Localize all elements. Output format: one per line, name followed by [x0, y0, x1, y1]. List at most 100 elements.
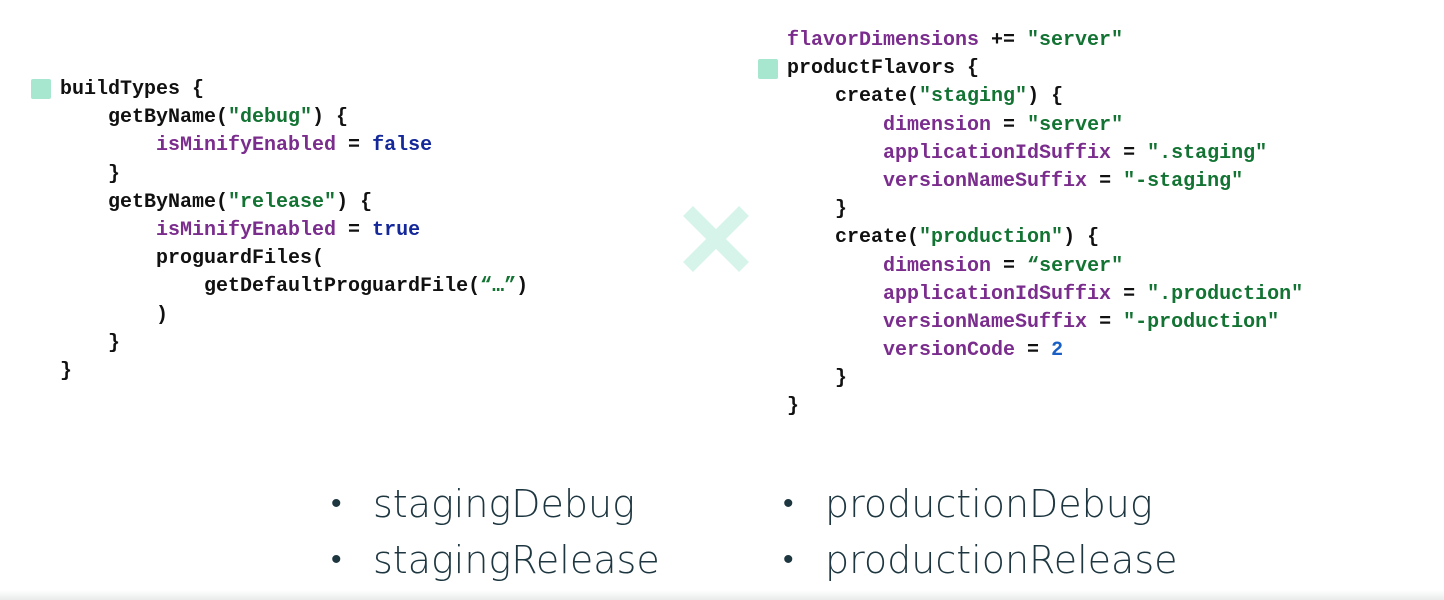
code-token: =	[1087, 169, 1124, 193]
code-token: “…”	[480, 275, 517, 299]
code-line: }	[787, 196, 1303, 224]
code-token: "-production"	[1123, 310, 1280, 334]
code-token: =	[1111, 282, 1148, 306]
code-line: }	[787, 365, 1303, 393]
list-item: • productionDebug	[783, 476, 1178, 532]
code-token: proguardFiles(	[60, 247, 325, 271]
code-token: =	[1015, 339, 1052, 363]
code-token: applicationIdSuffix	[883, 282, 1112, 306]
code-token: applicationIdSuffix	[883, 141, 1112, 165]
code-line: applicationIdSuffix = ".production"	[787, 281, 1303, 309]
code-token: versionCode	[883, 339, 1016, 363]
build-types-code: buildTypes { getByName("debug") { isMini…	[60, 76, 528, 386]
code-token: ) {	[1027, 85, 1064, 109]
code-token: ".staging"	[1147, 141, 1268, 165]
code-token: "debug"	[228, 106, 313, 130]
code-token: 2	[1051, 339, 1064, 363]
code-token: getDefaultProguardFile(	[60, 275, 481, 299]
block-marker-icon	[758, 59, 778, 79]
code-token: )	[60, 303, 169, 327]
code-token: }	[787, 198, 848, 222]
code-token: dimension	[883, 254, 992, 278]
code-line: )	[60, 302, 528, 330]
code-token: =	[336, 218, 373, 242]
code-token: versionNameSuffix	[883, 169, 1088, 193]
code-line: versionNameSuffix = "-staging"	[787, 168, 1303, 196]
code-token: }	[787, 367, 848, 391]
code-token: versionNameSuffix	[883, 310, 1088, 334]
variant-label: stagingDebug	[373, 482, 635, 526]
code-token: false	[372, 134, 433, 158]
code-token: ) {	[336, 190, 373, 214]
code-line: applicationIdSuffix = ".staging"	[787, 140, 1303, 168]
code-token: }	[60, 359, 73, 383]
code-token: =	[1087, 310, 1124, 334]
code-token: "server"	[1027, 29, 1124, 52]
code-line: }	[60, 358, 528, 386]
bullet-icon: •	[331, 486, 342, 521]
code-token: create(	[787, 226, 920, 250]
bullet-icon: •	[331, 542, 342, 577]
code-token: isMinifyEnabled	[156, 218, 337, 242]
code-line: productFlavors {	[787, 55, 1303, 83]
code-token: }	[787, 395, 800, 419]
code-line: proguardFiles(	[60, 245, 528, 273]
variant-label: stagingRelease	[373, 538, 660, 582]
code-token: }	[60, 331, 121, 355]
code-line: versionCode = 2	[787, 337, 1303, 365]
code-line: isMinifyEnabled = true	[60, 217, 528, 245]
code-line: dimension = “server"	[787, 253, 1303, 281]
code-token: getByName(	[60, 190, 229, 214]
code-token: }	[60, 162, 121, 186]
code-token: "release"	[228, 190, 337, 214]
code-line: }	[787, 393, 1303, 421]
code-token: ) {	[1063, 226, 1100, 250]
code-token: isMinifyEnabled	[156, 134, 337, 158]
code-line: getByName("debug") {	[60, 104, 528, 132]
code-token: ".production"	[1147, 282, 1304, 306]
code-token: “server"	[1027, 254, 1124, 278]
block-marker-icon	[31, 79, 51, 99]
list-item: • stagingRelease	[331, 532, 660, 588]
code-token: flavorDimensions	[787, 29, 980, 52]
code-line: buildTypes {	[60, 76, 528, 104]
list-item: • stagingDebug	[331, 476, 660, 532]
bullet-icon: •	[783, 542, 794, 577]
code-token: +=	[979, 29, 1028, 52]
code-token: "-staging"	[1123, 169, 1244, 193]
code-line: }	[60, 161, 528, 189]
code-line: create("production") {	[787, 224, 1303, 252]
code-line: create("staging") {	[787, 83, 1303, 111]
code-token: dimension	[883, 113, 992, 137]
code-line: flavorDimensions += "server"	[787, 27, 1303, 55]
code-token: create(	[787, 85, 920, 109]
staging-variants-list: • stagingDebug • stagingRelease	[331, 476, 660, 588]
variant-label: productionDebug	[825, 482, 1153, 526]
production-variants-list: • productionDebug • productionRelease	[783, 476, 1178, 588]
code-token: "server"	[1027, 113, 1124, 137]
code-line: dimension = "server"	[787, 112, 1303, 140]
list-item: • productionRelease	[783, 532, 1178, 588]
code-token: =	[336, 134, 373, 158]
code-token: =	[991, 113, 1028, 137]
code-token: productFlavors {	[787, 57, 980, 81]
bottom-edge-shadow	[0, 590, 1444, 600]
bullet-icon: •	[783, 486, 794, 521]
product-flavors-code: flavorDimensions += "server" productFlavo…	[787, 27, 1303, 422]
code-token: ) {	[312, 106, 349, 130]
code-token: buildTypes {	[60, 78, 205, 101]
code-line: getDefaultProguardFile(“…”)	[60, 273, 528, 301]
code-token: "production"	[919, 226, 1064, 250]
variant-label: productionRelease	[825, 538, 1178, 582]
code-line: getByName("release") {	[60, 189, 528, 217]
code-token: "staging"	[919, 85, 1028, 109]
code-token: =	[1111, 141, 1148, 165]
